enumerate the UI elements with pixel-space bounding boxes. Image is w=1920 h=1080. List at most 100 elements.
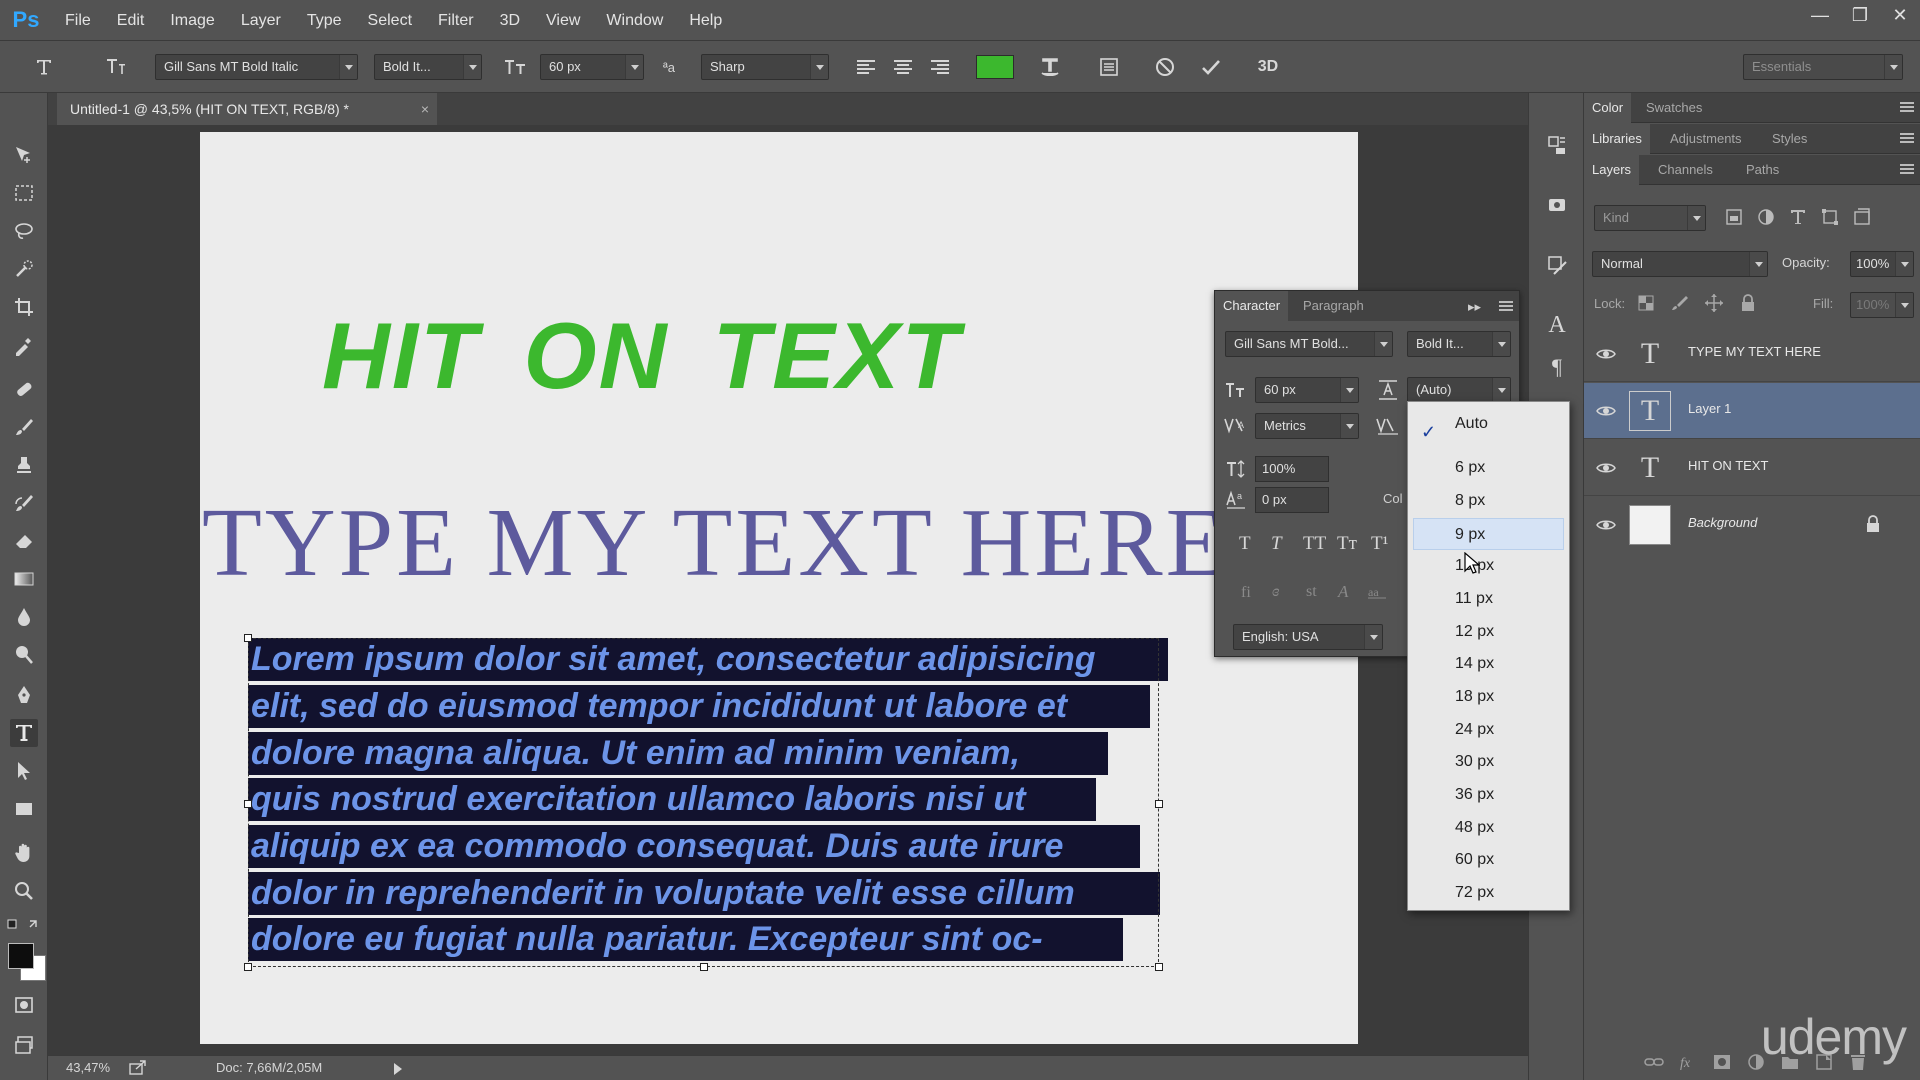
superscript-button[interactable]: T¹ (1371, 533, 1388, 555)
document-canvas[interactable]: HIT ON TEXT TYPE MY TEXT HERE Lorem ipsu… (200, 132, 1358, 1044)
align-right-icon[interactable] (926, 53, 954, 81)
workspace-select[interactable]: Essentials (1743, 54, 1903, 80)
vertical-scale-field[interactable]: 100% (1255, 456, 1329, 482)
lock-all-icon[interactable] (1738, 293, 1758, 313)
char-font-style-select[interactable]: Bold It... (1407, 331, 1511, 357)
minimize-button[interactable]: — (1800, 0, 1840, 30)
font-style-select[interactable]: Bold It... (374, 54, 482, 80)
tab-adjustments[interactable]: Adjustments (1662, 124, 1750, 154)
leading-option[interactable]: 48 px (1408, 812, 1569, 844)
quick-mask-icon[interactable] (10, 991, 38, 1019)
panel-menu-icon[interactable] (1900, 164, 1914, 174)
menu-image[interactable]: Image (157, 0, 227, 41)
brush-tool-icon[interactable] (10, 413, 38, 441)
menu-select[interactable]: Select (355, 0, 425, 41)
quick-selection-tool-icon[interactable] (10, 255, 38, 283)
text-color-swatch[interactable] (976, 55, 1014, 79)
collapse-panel-icon[interactable]: ▸▸ (1468, 299, 1481, 315)
panel-menu-icon[interactable] (1900, 102, 1914, 112)
leading-option[interactable]: 60 px (1408, 844, 1569, 876)
swash-icon[interactable]: st (1303, 581, 1323, 601)
visibility-eye-icon[interactable] (1596, 401, 1616, 421)
filter-smart-object-icon[interactable] (1852, 207, 1872, 227)
serif-text-layer[interactable]: TYPE MY TEXT HERE (202, 487, 1228, 599)
paragraph-panel-icon[interactable]: ¶ (1543, 353, 1571, 381)
dodge-tool-icon[interactable] (10, 641, 38, 669)
leading-option[interactable]: 10 px (1408, 550, 1569, 582)
font-family-select[interactable]: Gill Sans MT Bold Italic (155, 54, 358, 80)
leading-option[interactable]: 24 px (1408, 714, 1569, 746)
layer-row[interactable]: T HIT ON TEXT (1584, 440, 1920, 496)
bbox-handle[interactable] (1155, 963, 1163, 971)
leading-option[interactable]: 12 px (1408, 616, 1569, 648)
marquee-tool-icon[interactable] (10, 179, 38, 207)
leading-option[interactable]: 18 px (1408, 681, 1569, 713)
gradient-tool-icon[interactable] (10, 565, 38, 593)
tab-styles[interactable]: Styles (1764, 124, 1815, 154)
close-button[interactable]: ✕ (1880, 0, 1920, 30)
add-mask-icon[interactable] (1712, 1053, 1732, 1071)
leading-option[interactable]: 72 px (1408, 877, 1569, 909)
menu-file[interactable]: File (52, 0, 104, 41)
panel-menu-icon[interactable] (1499, 301, 1513, 311)
menu-filter[interactable]: Filter (425, 0, 487, 41)
menu-layer[interactable]: Layer (228, 0, 294, 41)
small-caps-button[interactable]: Tт (1337, 533, 1357, 555)
bbox-handle[interactable] (1155, 800, 1163, 808)
layer-row[interactable]: T TYPE MY TEXT HERE (1584, 326, 1920, 382)
layer-row[interactable]: Background (1584, 497, 1920, 553)
pen-tool-icon[interactable] (10, 681, 38, 709)
leading-option[interactable]: 6 px (1408, 452, 1569, 484)
stylistic-alternates-icon[interactable]: A (1335, 581, 1355, 601)
menu-help[interactable]: Help (676, 0, 735, 41)
link-layers-icon[interactable] (1644, 1053, 1664, 1071)
tab-paragraph[interactable]: Paragraph (1295, 291, 1372, 321)
character-panel-toggle-icon[interactable] (1095, 53, 1123, 81)
char-size-field[interactable]: 60 px (1255, 377, 1359, 403)
zoom-tool-icon[interactable] (10, 877, 38, 905)
type-tool-icon[interactable] (10, 719, 38, 747)
menu-view[interactable]: View (533, 0, 593, 41)
leading-option[interactable]: 30 px (1408, 746, 1569, 778)
share-icon[interactable] (128, 1059, 148, 1077)
opacity-field[interactable]: 100% (1850, 251, 1914, 277)
fill-field[interactable]: 100% (1850, 292, 1914, 318)
document-tab[interactable]: Untitled-1 @ 43,5% (HIT ON TEXT, RGB/8) … (57, 93, 437, 125)
blend-mode-select[interactable]: Normal (1592, 251, 1768, 277)
lock-pixels-icon[interactable] (1670, 293, 1690, 313)
brush-presets-icon[interactable] (1543, 251, 1571, 279)
clone-stamp-tool-icon[interactable] (10, 451, 38, 479)
panel-menu-icon[interactable] (1900, 133, 1914, 143)
layer-row[interactable]: T Layer 1 (1584, 383, 1920, 439)
lasso-tool-icon[interactable] (10, 217, 38, 245)
restore-button[interactable]: ❐ (1840, 0, 1880, 30)
filter-adjustment-icon[interactable] (1756, 207, 1776, 227)
tab-character[interactable]: Character (1215, 291, 1289, 321)
history-panel-icon[interactable] (1543, 131, 1571, 159)
language-select[interactable]: English: USA (1233, 624, 1383, 650)
leading-option[interactable]: 8 px (1408, 485, 1569, 517)
menu-edit[interactable]: Edit (104, 0, 158, 41)
faux-bold-button[interactable]: T (1239, 533, 1251, 555)
toggle-text-orientation-icon[interactable] (102, 53, 130, 81)
crop-tool-icon[interactable] (10, 293, 38, 321)
foreground-color-swatch[interactable] (8, 943, 34, 969)
path-selection-tool-icon[interactable] (10, 757, 38, 785)
tab-libraries[interactable]: Libraries (1584, 124, 1650, 154)
bbox-handle[interactable] (244, 963, 252, 971)
menu-window[interactable]: Window (593, 0, 676, 41)
bbox-handle[interactable] (244, 634, 252, 642)
align-center-icon[interactable] (889, 53, 917, 81)
healing-brush-tool-icon[interactable] (10, 375, 38, 403)
tab-paths[interactable]: Paths (1738, 155, 1787, 185)
font-size-select[interactable]: 60 px (540, 54, 644, 80)
character-panel-icon[interactable]: A (1543, 311, 1571, 339)
visibility-eye-icon[interactable] (1596, 458, 1616, 478)
zoom-level[interactable]: 43,47% (66, 1060, 110, 1075)
bbox-handle[interactable] (700, 963, 708, 971)
headline-text-layer[interactable]: HIT ON TEXT (322, 302, 961, 410)
swap-colors-icon[interactable] (6, 915, 42, 935)
leading-option-auto[interactable]: ✓ Auto (1408, 408, 1569, 442)
filter-type-icon[interactable] (1788, 207, 1808, 227)
filter-pixel-icon[interactable] (1724, 207, 1744, 227)
